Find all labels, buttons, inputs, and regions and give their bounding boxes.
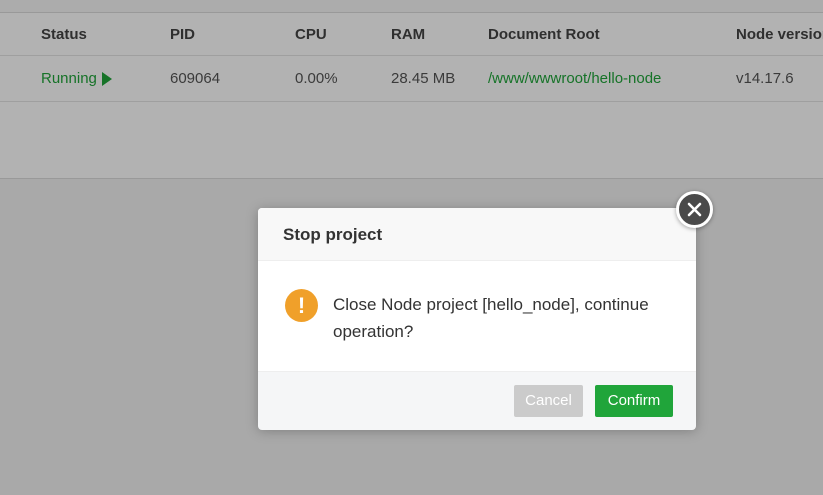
stop-project-dialog: Stop project ! Close Node project [hello… [258, 191, 713, 430]
cancel-button[interactable]: Cancel [514, 385, 583, 417]
close-button[interactable] [676, 191, 713, 228]
warning-icon: ! [285, 289, 318, 322]
dialog-title: Stop project [283, 225, 383, 244]
confirm-button[interactable]: Confirm [595, 385, 673, 417]
close-icon [687, 202, 702, 217]
dialog-header: Stop project [258, 208, 696, 261]
dialog-body: ! Close Node project [hello_node], conti… [258, 261, 696, 371]
dialog-message: Close Node project [hello_node], continu… [333, 295, 649, 341]
dialog-footer: Cancel Confirm [258, 371, 696, 430]
